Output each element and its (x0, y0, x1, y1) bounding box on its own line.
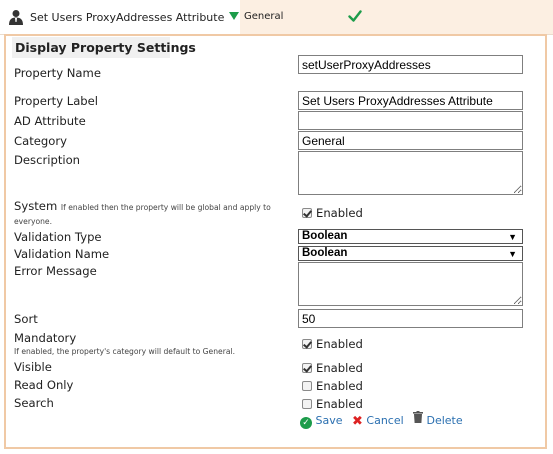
cancel-label: Cancel (366, 414, 404, 427)
check-circle-icon: ✓ (300, 417, 312, 429)
dropdown-arrow-icon: ▼ (508, 249, 517, 259)
description-label: Description (14, 153, 81, 167)
property-label-label: Property Label (14, 94, 99, 108)
read-only-enabled-text: Enabled (316, 379, 363, 393)
mandatory-enabled-checkbox[interactable] (302, 339, 312, 349)
mandatory-label: Mandatory (14, 331, 77, 345)
save-button[interactable]: ✓ Save (300, 414, 343, 429)
property-title: Set Users ProxyAddresses Attribute (30, 11, 225, 24)
mandatory-enabled-text: Enabled (316, 337, 363, 351)
visible-enabled-text: Enabled (316, 361, 363, 375)
search-enabled-option[interactable]: Enabled (302, 397, 363, 411)
property-name-input[interactable] (298, 55, 523, 74)
visible-label: Visible (14, 360, 52, 374)
search-label: Search (14, 396, 54, 410)
property-label-input[interactable] (298, 91, 523, 110)
validation-type-select[interactable]: Boolean ▼ (298, 229, 523, 244)
ad-attribute-label: AD Attribute (14, 114, 86, 128)
search-enabled-text: Enabled (316, 397, 363, 411)
x-icon: ✖ (352, 414, 363, 429)
trash-icon (413, 411, 423, 423)
checkmark-icon (348, 10, 362, 22)
error-message-label: Error Message (14, 264, 97, 278)
system-enabled-text: Enabled (316, 206, 363, 220)
visible-enabled-option[interactable]: Enabled (302, 361, 363, 375)
validation-name-select[interactable]: Boolean ▼ (298, 246, 523, 261)
search-enabled-checkbox[interactable] (302, 399, 312, 409)
description-textarea[interactable] (298, 151, 523, 195)
validation-name-value: Boolean (302, 247, 348, 259)
validation-name-label: Validation Name (14, 247, 110, 261)
system-enabled-checkbox[interactable] (302, 208, 312, 218)
validation-type-value: Boolean (302, 230, 348, 242)
read-only-label: Read Only (14, 378, 74, 392)
triangle-down-icon[interactable] (229, 12, 239, 20)
property-header-left: Set Users ProxyAddresses Attribute (0, 0, 240, 34)
property-category: General (244, 11, 284, 22)
mandatory-enabled-option[interactable]: Enabled (302, 337, 363, 351)
category-input[interactable] (298, 131, 523, 150)
sort-input[interactable] (298, 309, 523, 328)
delete-button[interactable]: Delete (413, 411, 463, 427)
system-label: System (14, 199, 58, 213)
user-icon (9, 10, 23, 25)
delete-label: Delete (426, 414, 463, 427)
property-header-bar: Set Users ProxyAddresses Attribute Gener… (0, 0, 553, 35)
system-field-label: System If enabled then the property will… (14, 200, 299, 228)
mandatory-hint: If enabled, the property's category will… (14, 347, 235, 356)
property-name-label: Property Name (14, 66, 101, 80)
validation-type-label: Validation Type (14, 230, 102, 244)
category-label: Category (14, 134, 67, 148)
ad-attribute-input[interactable] (298, 111, 523, 130)
save-label: Save (315, 414, 343, 427)
read-only-enabled-checkbox[interactable] (302, 381, 312, 391)
dropdown-arrow-icon: ▼ (508, 232, 517, 242)
cancel-button[interactable]: ✖ Cancel (352, 414, 404, 429)
read-only-enabled-option[interactable]: Enabled (302, 379, 363, 393)
system-enabled-option[interactable]: Enabled (302, 206, 363, 220)
visible-enabled-checkbox[interactable] (302, 363, 312, 373)
sort-label: Sort (14, 312, 38, 326)
error-message-textarea[interactable] (298, 262, 523, 306)
panel-title: Display Property Settings (15, 40, 196, 55)
